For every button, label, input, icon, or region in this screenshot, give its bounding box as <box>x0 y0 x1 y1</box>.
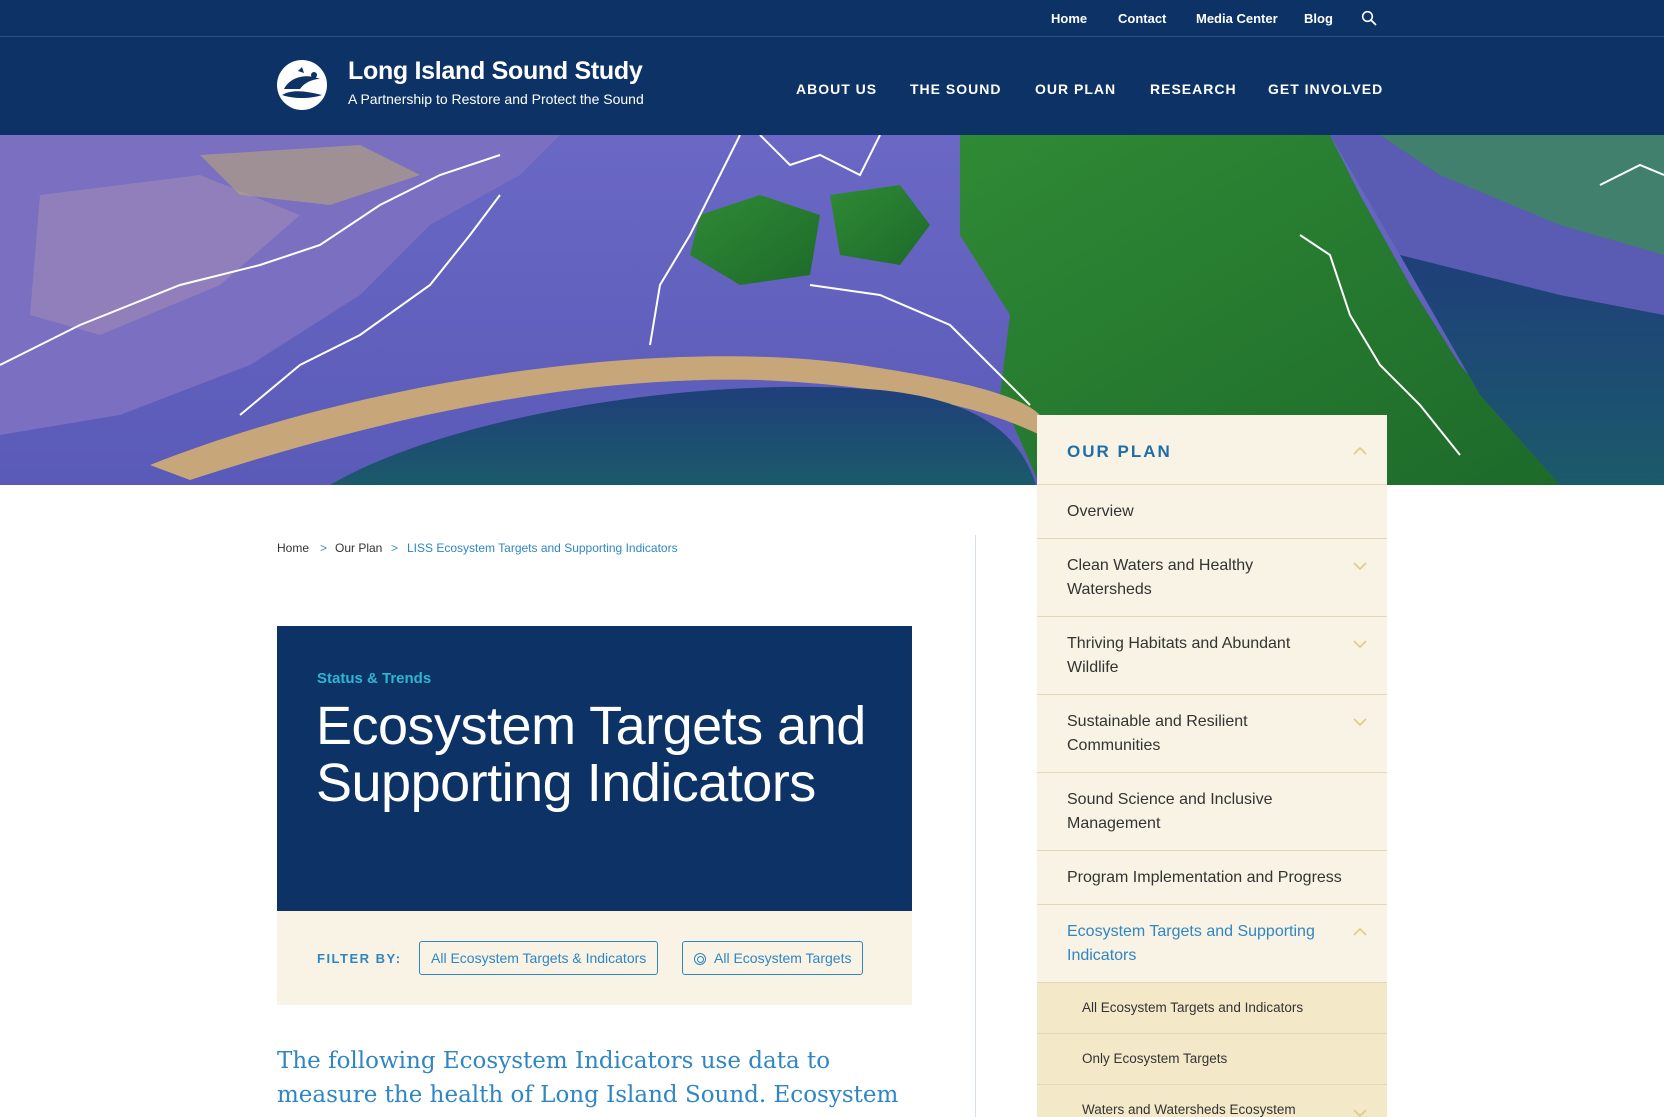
chevron-down-icon[interactable] <box>1353 559 1367 573</box>
breadcrumb-current: LISS Ecosystem Targets and Supporting In… <box>407 541 678 555</box>
nav-our-plan[interactable]: OUR PLAN <box>1035 81 1116 97</box>
search-icon[interactable] <box>1361 10 1377 26</box>
filter-all-label: All Ecosystem Targets & Indicators <box>431 950 647 966</box>
site-tagline: A Partnership to Restore and Protect the… <box>348 91 644 107</box>
title-card: Status & Trends Ecosystem Targets and Su… <box>277 626 912 911</box>
page-title: Ecosystem Targets and Supporting Indicat… <box>316 696 866 813</box>
sidebar-item-clean-waters[interactable]: Clean Waters and Healthy Watersheds <box>1037 539 1387 617</box>
sidebar-item-program-implementation[interactable]: Program Implementation and Progress <box>1037 851 1387 905</box>
sidebar-item-ecosystem-targets[interactable]: Ecosystem Targets and Supporting Indicat… <box>1037 905 1387 983</box>
chevron-down-icon[interactable] <box>1353 1106 1367 1117</box>
utility-bar: Home Contact Media Center Blog <box>0 0 1664 37</box>
chevron-up-icon[interactable] <box>1353 925 1367 939</box>
sidebar-subitem-only-targets[interactable]: Only Ecosystem Targets <box>1037 1034 1387 1085</box>
sidebar-item-label: Sustainable and Resilient Communities <box>1067 713 1248 754</box>
breadcrumb-separator: > <box>320 541 328 555</box>
filter-label: FILTER BY: <box>317 951 402 966</box>
filter-targets-button[interactable]: All Ecosystem Targets <box>682 941 864 975</box>
liss-logo-icon[interactable] <box>276 59 328 111</box>
utility-link-home[interactable]: Home <box>1051 11 1087 26</box>
sidebar-item-label: Ecosystem Targets and Supporting Indicat… <box>1067 923 1315 964</box>
sidebar-heading-label: OUR PLAN <box>1067 442 1172 461</box>
breadcrumb-separator: > <box>391 541 399 555</box>
nav-the-sound[interactable]: THE SOUND <box>910 81 1001 97</box>
site-title[interactable]: Long Island Sound Study <box>348 57 643 86</box>
filter-targets-label: All Ecosystem Targets <box>714 950 852 966</box>
breadcrumb-home[interactable]: Home <box>277 541 309 555</box>
sidebar-subitem-label: Waters and Watersheds Ecosystem <box>1082 1102 1296 1117</box>
sidebar-item-sustainable-communities[interactable]: Sustainable and Resilient Communities <box>1037 695 1387 773</box>
sidebar-item-label: Clean Waters and Healthy Watersheds <box>1067 557 1254 598</box>
card-eyebrow: Status & Trends <box>317 670 432 687</box>
sidebar-subitem-all-targets-indicators[interactable]: All Ecosystem Targets and Indicators <box>1037 983 1387 1034</box>
chevron-down-icon[interactable] <box>1353 715 1367 729</box>
nav-about-us[interactable]: ABOUT US <box>796 81 877 97</box>
sidebar-item-label: Thriving Habitats and Abundant Wildlife <box>1067 635 1291 676</box>
sidebar-subitem-waters-watersheds[interactable]: Waters and Watersheds Ecosystem <box>1037 1085 1387 1117</box>
hero-aerial-image <box>0 135 1664 485</box>
utility-link-blog[interactable]: Blog <box>1304 11 1333 26</box>
sidebar-item-thriving-habitats[interactable]: Thriving Habitats and Abundant Wildlife <box>1037 617 1387 695</box>
utility-link-media-center[interactable]: Media Center <box>1196 11 1278 26</box>
chevron-up-icon[interactable] <box>1353 444 1367 458</box>
sidebar-subitem-label: All Ecosystem Targets and Indicators <box>1082 1000 1304 1015</box>
breadcrumb-our-plan[interactable]: Our Plan <box>335 541 382 555</box>
sidebar-item-label: Program Implementation and Progress <box>1067 869 1342 886</box>
intro-paragraph: The following Ecosystem Indicators use d… <box>277 1048 899 1117</box>
nav-get-involved[interactable]: GET INVOLVED <box>1268 81 1383 97</box>
site-header: Long Island Sound Study A Partnership to… <box>0 37 1664 135</box>
sidebar-item-label: Sound Science and Inclusive Management <box>1067 791 1273 832</box>
nav-research[interactable]: RESEARCH <box>1150 81 1237 97</box>
sidebar-heading[interactable]: OUR PLAN <box>1037 415 1387 485</box>
target-icon <box>694 953 706 965</box>
sidebar-nav: OUR PLAN Overview Clean Waters and Healt… <box>1037 415 1387 1117</box>
filter-all-button[interactable]: All Ecosystem Targets & Indicators <box>419 941 659 975</box>
sidebar-item-sound-science[interactable]: Sound Science and Inclusive Management <box>1037 773 1387 851</box>
filter-bar: FILTER BY: All Ecosystem Targets & Indic… <box>277 911 912 1005</box>
chevron-down-icon[interactable] <box>1353 637 1367 651</box>
sidebar-item-overview[interactable]: Overview <box>1037 485 1387 539</box>
sidebar-item-label: Overview <box>1067 503 1134 520</box>
utility-link-contact[interactable]: Contact <box>1118 11 1166 26</box>
content-divider <box>975 535 976 1117</box>
sidebar-subitem-label: Only Ecosystem Targets <box>1082 1051 1228 1066</box>
